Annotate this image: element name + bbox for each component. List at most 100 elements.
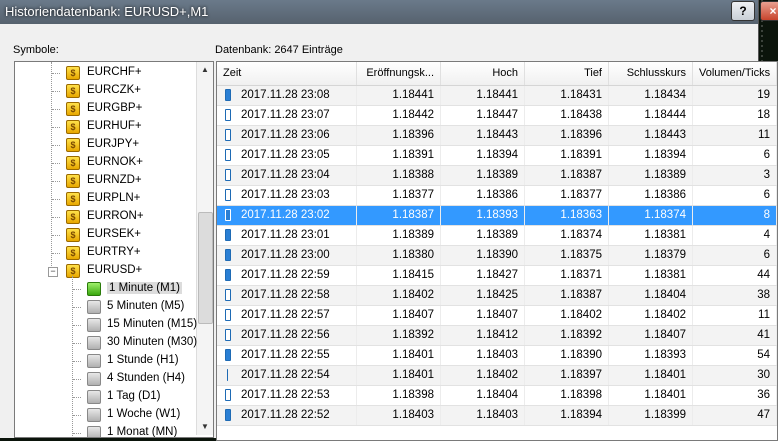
database-icon: [87, 300, 101, 314]
cell-volume: 6: [693, 246, 777, 265]
scroll-down-icon[interactable]: ▼: [197, 419, 213, 435]
timeframe-label: 1 Tag (D1): [107, 390, 161, 402]
table-row[interactable]: 2017.11.28 23:01 1.18389 1.18389 1.18374 1.1…: [217, 226, 777, 246]
table-row[interactable]: 2017.11.28 23:00 1.18380 1.18390 1.18375 1.1…: [217, 246, 777, 266]
tree-guide: [52, 235, 60, 236]
tree-guide: [52, 73, 60, 74]
symbol-item[interactable]: $ EURRON+: [15, 208, 195, 226]
symbol-item[interactable]: $ EURSEK+: [15, 226, 195, 244]
cell-close: 1.18393: [609, 346, 693, 365]
timeframe-label: 4 Stunden (H4): [107, 372, 185, 384]
timeframe-item[interactable]: 5 Minuten (M5): [15, 298, 195, 316]
cell-close: 1.18394: [609, 146, 693, 165]
timeframe-item[interactable]: 1 Tag (D1): [15, 388, 195, 406]
timeframe-item[interactable]: 30 Minuten (M30): [15, 334, 197, 352]
cell-open: 1.18401: [357, 346, 441, 365]
cell-low: 1.18396: [525, 126, 609, 145]
cell-time: 2017.11.28 23:07: [217, 106, 357, 125]
window-title: Historiendatenbank: EURUSD+,M1: [5, 4, 209, 19]
currency-symbol-icon: $: [66, 120, 80, 134]
window-titlebar[interactable]: Historiendatenbank: EURUSD+,M1 ?: [0, 0, 758, 24]
timeframe-item[interactable]: 1 Stunde (H1): [15, 352, 195, 370]
timeframe-item[interactable]: 15 Minuten (M15): [15, 316, 198, 334]
symbol-item[interactable]: $ EURCHF+: [15, 64, 195, 82]
cell-low: 1.18438: [525, 106, 609, 125]
close-button[interactable]: ×: [760, 1, 778, 21]
timeframe-item[interactable]: 1 Monat (MN): [15, 424, 195, 438]
timeframe-item[interactable]: 1 Minute (M1): [15, 280, 195, 298]
symbol-label: EURUSD+: [87, 264, 143, 276]
table-row[interactable]: 2017.11.28 22:53 1.18398 1.18404 1.18398 1.1…: [217, 386, 777, 406]
cell-high: 1.18389: [441, 166, 525, 185]
table-row[interactable]: 2017.11.28 22:58 1.18402 1.18425 1.18387 1.1…: [217, 286, 777, 306]
timeframe-item[interactable]: 1 Woche (W1): [15, 406, 195, 424]
column-header[interactable]: Schlusskurs: [609, 62, 693, 85]
cell-volume: 54: [693, 346, 777, 365]
candle-icon: [225, 309, 231, 321]
currency-symbol-icon: $: [66, 264, 80, 278]
currency-symbol-icon: $: [66, 210, 80, 224]
column-header[interactable]: Zeit: [217, 62, 357, 85]
column-header[interactable]: Eröffnungsk...: [357, 62, 441, 85]
help-button[interactable]: ?: [731, 1, 755, 21]
cell-time: 2017.11.28 23:04: [217, 166, 357, 185]
column-header[interactable]: Volumen/Ticks: [693, 62, 777, 85]
table-row[interactable]: 2017.11.28 22:57 1.18407 1.18407 1.18402 1.1…: [217, 306, 777, 326]
table-row[interactable]: 2017.11.28 22:54 1.18401 1.18402 1.18397 1.1…: [217, 366, 777, 386]
symbols-tree[interactable]: ▲ ▼ $ EURCHF+ $ EURCZK+ $ EURGBP+ $ EURHUF+ $ EUR…: [14, 61, 214, 438]
table-row-selected[interactable]: 2017.11.28 23:02 1.18387 1.18393 1.18363 1.1…: [217, 206, 777, 226]
symbol-item[interactable]: $ EURNZD+: [15, 172, 195, 190]
table-header: Zeit Eröffnungsk... Hoch Tief Schlusskurs Vol…: [217, 62, 777, 86]
history-table[interactable]: Zeit Eröffnungsk... Hoch Tief Schlusskurs Vol…: [216, 61, 778, 441]
timeframe-label: 5 Minuten (M5): [107, 300, 185, 312]
database-icon: [87, 408, 101, 422]
timeframe-label: 1 Stunde (H1): [107, 354, 179, 366]
cell-close: 1.18401: [609, 386, 693, 405]
table-row[interactable]: 2017.11.28 23:07 1.18442 1.18447 1.18438 1.1…: [217, 106, 777, 126]
symbol-item[interactable]: $ EURHUF+: [15, 118, 195, 136]
table-row[interactable]: 2017.11.28 23:08 1.18441 1.18441 1.18431 1.1…: [217, 86, 777, 106]
table-row[interactable]: 2017.11.28 22:59 1.18415 1.18427 1.18371 1.1…: [217, 266, 777, 286]
cell-low: 1.18398: [525, 386, 609, 405]
candle-icon: [225, 269, 231, 281]
collapse-icon[interactable]: −: [48, 267, 58, 277]
symbol-label: EURCHF+: [87, 66, 142, 78]
table-row[interactable]: 2017.11.28 23:04 1.18388 1.18389 1.18387 1.1…: [217, 166, 777, 186]
cell-time: 2017.11.28 23:03: [217, 186, 357, 205]
candle-icon: [225, 209, 231, 221]
timeframe-item[interactable]: 4 Stunden (H4): [15, 370, 195, 388]
table-row[interactable]: 2017.11.28 22:55 1.18401 1.18403 1.18390 1.1…: [217, 346, 777, 366]
symbol-item[interactable]: $ EURGBP+: [15, 100, 195, 118]
column-header[interactable]: Hoch: [441, 62, 525, 85]
database-icon: [87, 390, 101, 404]
cell-low: 1.18394: [525, 406, 609, 425]
symbols-label: Symbole:: [13, 44, 59, 56]
symbol-item[interactable]: $ EURNOK+: [15, 154, 195, 172]
currency-symbol-icon: $: [66, 246, 80, 260]
table-row[interactable]: 2017.11.28 22:52 1.18403 1.18403 1.18394 1.1…: [217, 406, 777, 426]
symbol-item-expanded[interactable]: − $ EURUSD+: [15, 262, 195, 280]
table-row[interactable]: 2017.11.28 23:05 1.18391 1.18394 1.18391 1.1…: [217, 146, 777, 166]
tree-scrollbar[interactable]: ▲ ▼: [196, 62, 213, 435]
table-row[interactable]: 2017.11.28 23:06 1.18396 1.18443 1.18396 1.1…: [217, 126, 777, 146]
timeframe-label: 15 Minuten (M15): [107, 318, 198, 330]
symbol-label: EURTRY+: [87, 246, 141, 258]
symbol-item[interactable]: $ EURCZK+: [15, 82, 195, 100]
candle-icon: [227, 369, 228, 381]
cell-high: 1.18402: [441, 366, 525, 385]
database-icon: [87, 318, 101, 332]
symbol-item[interactable]: $ EURTRY+: [15, 244, 195, 262]
table-row[interactable]: 2017.11.28 22:56 1.18392 1.18412 1.18392 1.1…: [217, 326, 777, 346]
symbol-item[interactable]: $ EURPLN+: [15, 190, 195, 208]
symbol-item[interactable]: $ EURJPY+: [15, 136, 195, 154]
tree-guide: [52, 127, 60, 128]
column-header[interactable]: Tief: [525, 62, 609, 85]
scroll-up-icon[interactable]: ▲: [197, 62, 213, 78]
cell-close: 1.18444: [609, 106, 693, 125]
tree-scroll-thumb[interactable]: [198, 212, 213, 324]
cell-open: 1.18388: [357, 166, 441, 185]
timeframe-label: 1 Monat (MN): [107, 426, 178, 438]
tree-guide: [73, 289, 81, 290]
table-row[interactable]: 2017.11.28 23:03 1.18377 1.18386 1.18377 1.1…: [217, 186, 777, 206]
candle-icon: [225, 129, 231, 141]
